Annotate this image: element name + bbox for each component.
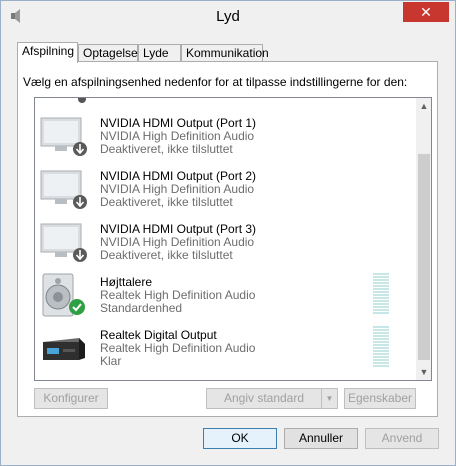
device-status: Deaktiveret, ikke tilsluttet [100, 195, 233, 209]
device-list[interactable]: NVIDIA HDMI Output (Port 1) NVIDIA High … [34, 97, 432, 381]
ok-button[interactable]: OK [203, 428, 277, 449]
device-name: Højttalere [100, 275, 153, 289]
device-driver: NVIDIA High Definition Audio [100, 235, 255, 249]
device-status: Klar [100, 354, 122, 368]
device-driver: NVIDIA High Definition Audio [100, 182, 255, 196]
arrow-down-icon [78, 98, 86, 103]
cancel-button[interactable]: Annuller [284, 428, 358, 449]
device-name: Realtek Digital Output [100, 328, 217, 342]
window-title: Lyd [216, 8, 240, 25]
monitor-disabled-icon [40, 117, 87, 156]
apply-button[interactable]: Anvend [365, 428, 439, 449]
monitor-disabled-icon [40, 223, 87, 262]
playback-panel: Vælg en afspilningsenhed nedenfor for at… [17, 61, 438, 417]
device-name: NVIDIA HDMI Output (Port 2) [100, 169, 257, 183]
device-driver: Realtek High Definition Audio [100, 341, 256, 355]
list-item[interactable]: NVIDIA HDMI Output (Port 2) NVIDIA High … [35, 161, 415, 214]
device-name: NVIDIA HDMI Output (Port 3) [100, 222, 257, 236]
device-status: Deaktiveret, ikke tilsluttet [100, 142, 233, 156]
scroll-up-arrow-icon[interactable]: ▲ [416, 98, 431, 114]
device-name: NVIDIA HDMI Output (Port 1) [100, 116, 257, 130]
list-item[interactable]: Realtek Digital Output Realtek High Defi… [35, 320, 415, 373]
tab-kommunikation[interactable]: Kommunikation [181, 44, 269, 62]
title-bar[interactable]: Lyd ✕ [1, 1, 455, 31]
dropdown-arrow-icon[interactable]: ▼ [321, 389, 337, 408]
tab-afspilning[interactable]: Afspilning [17, 42, 78, 63]
tab-optagelse[interactable]: Optagelse [78, 44, 138, 62]
device-driver: NVIDIA High Definition Audio [100, 129, 255, 143]
properties-button[interactable]: Egenskaber [344, 388, 416, 409]
list-item[interactable]: NVIDIA HDMI Output (Port 3) NVIDIA High … [35, 214, 415, 267]
set-default-button[interactable]: Angiv standard ▼ [206, 388, 338, 409]
volume-meter [373, 326, 389, 368]
speaker-default-icon [42, 273, 85, 317]
set-default-label: Angiv standard [223, 391, 305, 405]
monitor-disabled-icon [40, 170, 87, 209]
device-status: Deaktiveret, ikke tilsluttet [100, 248, 233, 262]
close-button[interactable]: ✕ [403, 2, 449, 22]
volume-meter [373, 273, 389, 315]
device-driver: Realtek High Definition Audio [100, 288, 256, 302]
digital-output-icon [43, 338, 85, 360]
scroll-down-arrow-icon[interactable]: ▼ [416, 364, 431, 380]
device-status: Standardenhed [100, 301, 183, 315]
tab-lyde[interactable]: Lyde [138, 44, 181, 62]
sound-dialog: Lyd ✕ Afspilning Optagelse Lyde Kommunik… [0, 0, 456, 466]
configure-button[interactable]: Konfigurer [34, 388, 108, 409]
vertical-scrollbar[interactable]: ▲ ▼ [416, 98, 431, 380]
list-item[interactable]: Højttalere Realtek High Definition Audio… [35, 267, 415, 320]
instruction-text: Vælg en afspilningsenhed nedenfor for at… [23, 75, 408, 89]
list-item[interactable]: NVIDIA HDMI Output (Port 1) NVIDIA High … [35, 108, 415, 161]
scroll-thumb[interactable] [418, 154, 430, 360]
